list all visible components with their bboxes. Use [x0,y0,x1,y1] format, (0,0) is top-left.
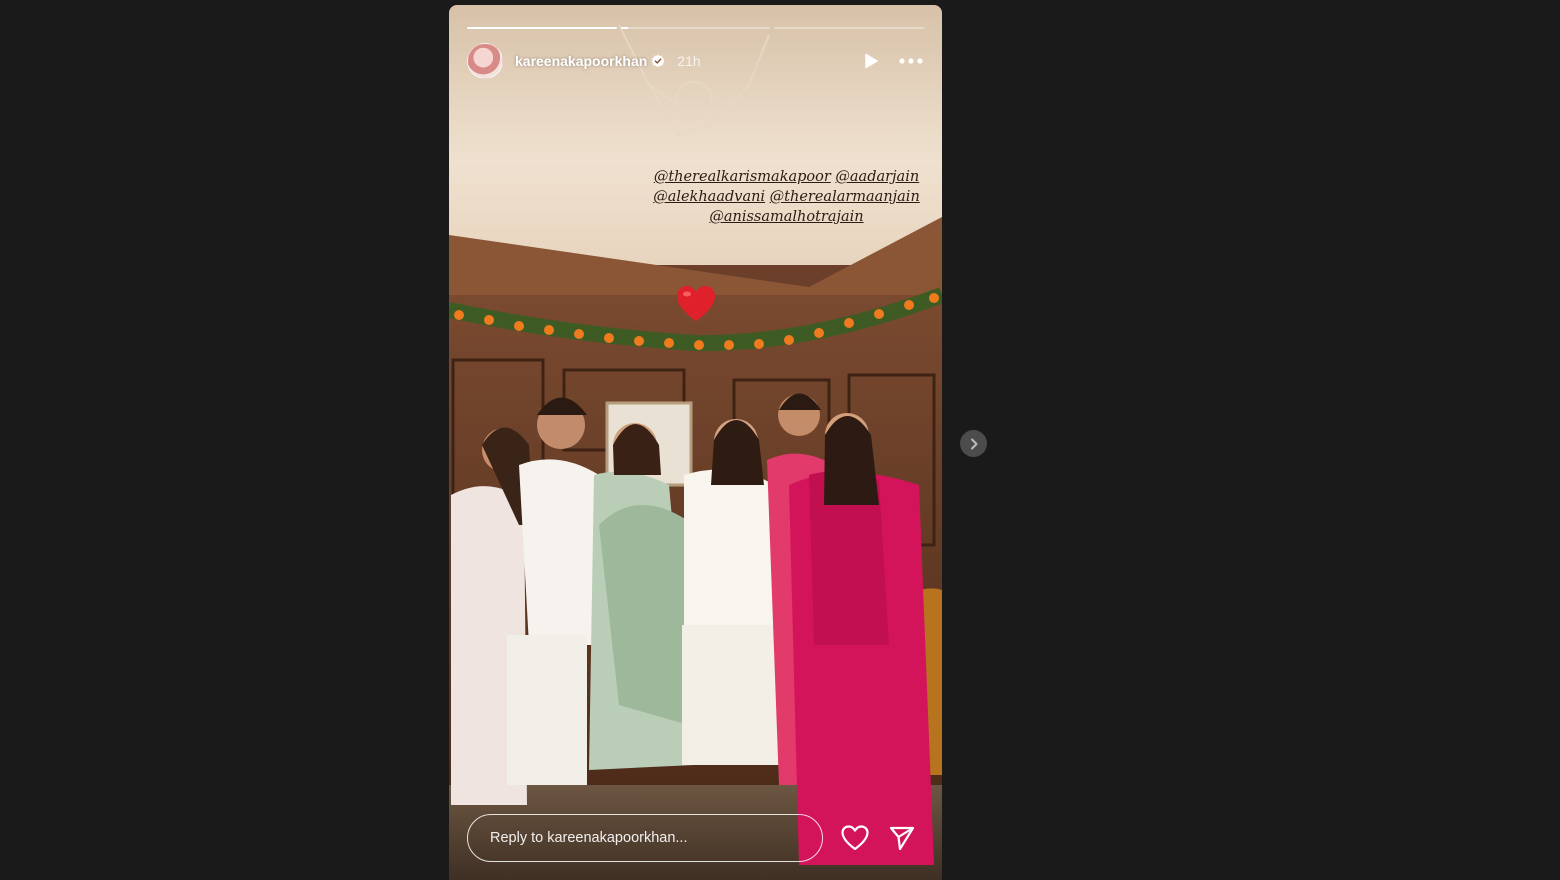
progress-segment [620,27,771,29]
post-time: 21h [677,53,701,69]
more-options-icon [899,58,923,64]
story-progress-bar [467,27,925,29]
mention-karisma[interactable]: @therealkarismakapoor [654,169,831,185]
progress-segment [774,27,925,29]
mention-armaan[interactable]: @therealarmaanjain [770,189,920,205]
reply-input[interactable] [467,814,823,862]
send-icon [889,826,915,851]
story-footer [467,813,924,863]
share-button[interactable] [889,825,915,851]
mention-stickers: @therealkarismakapoor @aadarjain @alekha… [649,167,924,227]
chevron-right-icon [970,438,977,449]
story-header: kareenakapoorkhan 21h [467,43,924,79]
like-button[interactable] [841,825,869,851]
play-button[interactable] [862,52,880,70]
heart-outline-icon [841,825,869,851]
avatar[interactable] [467,43,503,79]
mention-aadar[interactable]: @aadarjain [835,169,919,185]
next-story-button[interactable] [960,430,987,457]
more-options-button[interactable] [898,57,924,65]
play-icon [865,53,878,69]
mention-alekha[interactable]: @alekhaadvani [653,189,765,205]
story-viewer[interactable]: kareenakapoorkhan 21h @therealkarismakap… [449,5,942,880]
story-photo [449,5,942,880]
username[interactable]: kareenakapoorkhan [515,53,647,69]
mention-anissa[interactable]: @anissamalhotrajain [709,209,863,225]
progress-segment [467,27,617,29]
verified-badge-icon [651,54,665,67]
red-heart-sticker-icon [677,286,715,321]
